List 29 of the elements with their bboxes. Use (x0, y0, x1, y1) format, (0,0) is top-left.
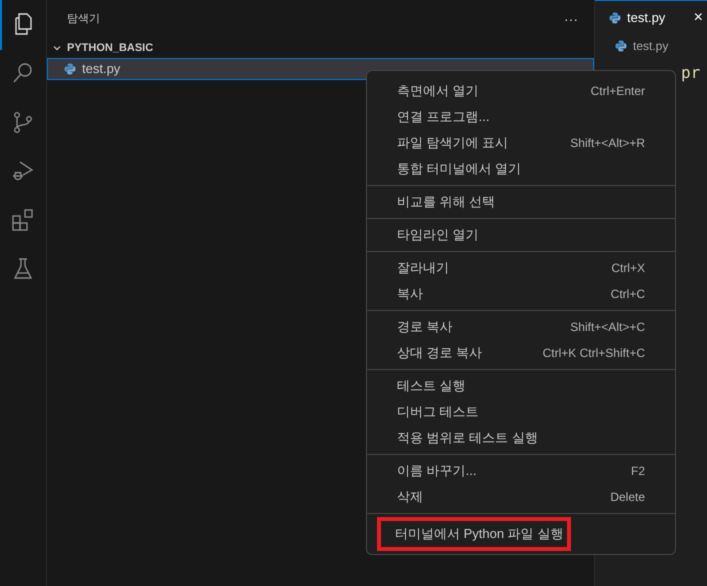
python-icon (615, 40, 627, 52)
menu-item[interactable]: 타임라인 열기 (383, 222, 659, 248)
menu-item[interactable]: 이름 바꾸기... F2 (383, 458, 659, 484)
run-debug-icon[interactable] (11, 159, 35, 183)
python-icon (609, 12, 621, 24)
menu-item[interactable]: 잘라내기 Ctrl+X (383, 255, 659, 281)
branch-icon[interactable] (11, 110, 35, 134)
menu-item[interactable]: 테스트 실행 (383, 373, 659, 399)
python-icon (64, 63, 76, 75)
explorer-title: 탐색기 (67, 12, 100, 27)
more-actions-button[interactable]: ··· (564, 8, 578, 30)
extensions-icon[interactable] (11, 208, 35, 232)
menu-item[interactable]: 측면에서 열기 Ctrl+Enter (383, 78, 659, 104)
menu-item[interactable]: 경로 복사 Shift+<Alt>+C (383, 314, 659, 340)
code-line: pr (681, 62, 700, 84)
menu-item[interactable]: 파일 탐색기에 표시 Shift+<Alt>+R (383, 130, 659, 156)
menu-item[interactable]: 상대 경로 복사 Ctrl+K Ctrl+Shift+C (383, 340, 659, 366)
menu-item[interactable]: 디버그 테스트 (383, 399, 659, 425)
flask-icon[interactable] (11, 257, 35, 281)
menu-item[interactable]: 적용 범위로 테스트 실행 (383, 425, 659, 451)
menu-item[interactable]: 통합 터미널에서 열기 (383, 156, 659, 182)
editor-tab[interactable]: test.py × (595, 0, 707, 35)
breadcrumb[interactable]: test.py (595, 35, 707, 57)
folder-header[interactable]: PYTHON_BASIC (47, 38, 594, 58)
menu-item[interactable]: 복사 Ctrl+C (383, 281, 659, 307)
menu-item[interactable]: 삭제 Delete (383, 484, 659, 510)
menu-item[interactable]: 비교를 위해 선택 (383, 189, 659, 215)
menu-item[interactable]: 연결 프로그램... (383, 104, 659, 130)
close-button[interactable]: × (694, 6, 703, 30)
